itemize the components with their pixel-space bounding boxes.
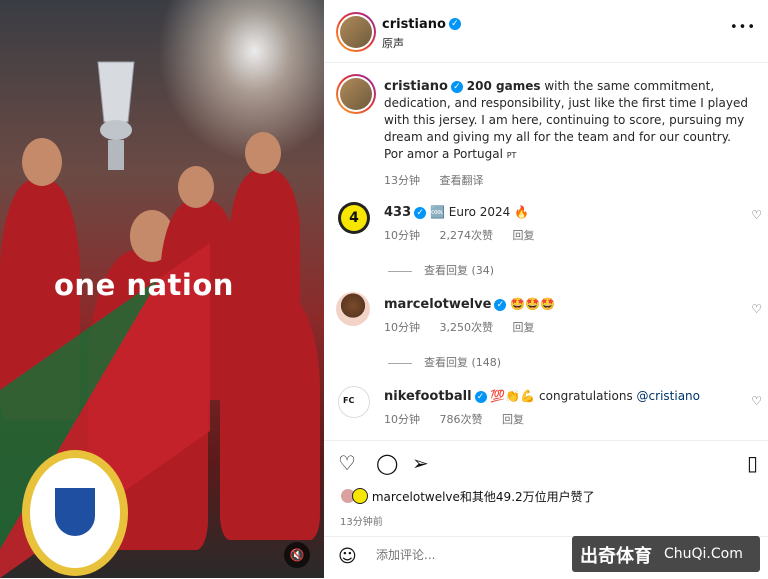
reply-link[interactable]: 回复	[513, 321, 535, 334]
likes-text[interactable]: marcelotwelve和其他49.2万位用户赞了	[372, 490, 595, 504]
verified-icon: ✓	[474, 390, 487, 403]
avatar[interactable]: FC	[338, 386, 370, 418]
player-head	[178, 166, 214, 208]
comment-username[interactable]: marcelotwelve	[384, 297, 491, 312]
comment-username[interactable]: nikefootball	[384, 389, 472, 404]
comment-icon[interactable]: ◯	[376, 451, 398, 475]
verified-icon: ✓	[494, 298, 507, 311]
flag-crest	[22, 450, 128, 576]
avatar[interactable]	[336, 12, 376, 52]
comment-time: 10分钟	[384, 229, 420, 242]
watermark: 出奇体育 ChuQi.Com	[572, 536, 760, 572]
comment-likes[interactable]: 786次赞	[440, 413, 483, 426]
smiley-icon[interactable]: ☺	[338, 546, 357, 567]
reply-link[interactable]: 回复	[502, 413, 524, 426]
view-replies-link[interactable]: 查看回复 (148)	[424, 356, 501, 369]
comment-time: 10分钟	[384, 321, 420, 334]
username[interactable]: cristiano	[382, 17, 446, 32]
comment-time: 10分钟	[384, 413, 420, 426]
like-heart-icon[interactable]: ♡	[751, 302, 762, 316]
like-icon[interactable]: ♡	[338, 451, 356, 475]
cool-emoji: 🆒	[429, 205, 445, 219]
overlay-text: one nation	[54, 268, 234, 302]
avatar[interactable]: 4	[338, 202, 370, 234]
speaker-muted-icon[interactable]: 🔇	[284, 542, 310, 568]
reply-link[interactable]: 回复	[513, 229, 535, 242]
star-struck-emojis: 🤩🤩🤩	[510, 297, 556, 311]
comment-text: congratulations	[539, 389, 633, 403]
bookmark-icon[interactable]: ▯	[747, 451, 758, 475]
avatar[interactable]	[336, 74, 376, 114]
player-head	[22, 138, 62, 186]
audio-label[interactable]: 原声	[382, 35, 461, 51]
post-panel: cristiano ✓ 原声 ••• cristiano ✓ 200 games w…	[324, 0, 768, 578]
emoji-group: 💯👏💪	[490, 389, 536, 403]
view-replies-link[interactable]: 查看回复 (34)	[424, 264, 494, 277]
liker-avatars	[340, 488, 368, 507]
trophy-image	[97, 61, 135, 170]
comment-likes[interactable]: 3,250次赞	[440, 321, 494, 334]
like-heart-icon[interactable]: ♡	[751, 394, 762, 408]
replies-divider	[388, 362, 412, 364]
comment-text: Euro 2024	[448, 205, 511, 219]
likes-summary: marcelotwelve和其他49.2万位用户赞了 13分钟前	[340, 488, 595, 528]
like-heart-icon[interactable]: ♡	[751, 208, 762, 222]
player	[230, 170, 300, 330]
verified-icon: ✓	[414, 206, 427, 219]
watermark-en: ChuQi.Com	[664, 546, 743, 562]
comment-likes[interactable]: 2,274次赞	[440, 229, 494, 242]
post-time: 13分钟前	[340, 517, 383, 528]
post-media[interactable]: one nation 🔇	[0, 0, 324, 578]
caption-bold: 200 games	[466, 79, 541, 93]
caption-line2: Por amor a Portugal	[384, 147, 503, 161]
fire-emoji: 🔥	[514, 205, 530, 219]
more-options-icon[interactable]: •••	[730, 20, 756, 35]
avatar-label: FC	[343, 396, 355, 405]
avatar[interactable]	[336, 292, 370, 326]
language-tag: PT	[506, 151, 517, 160]
watermark-cn: 出奇体育	[580, 546, 652, 567]
verified-icon: ✓	[450, 80, 463, 93]
replies-divider	[388, 270, 412, 272]
comment-input[interactable]	[374, 547, 578, 563]
action-bar: ♡ ◯ ➢ ▯	[324, 440, 768, 485]
post-header: cristiano ✓ 原声 •••	[324, 0, 768, 63]
caption-time: 13分钟	[384, 174, 420, 187]
share-icon[interactable]: ➢	[412, 451, 429, 475]
caption-username[interactable]: cristiano	[384, 79, 448, 94]
mention-link[interactable]: @cristiano	[637, 389, 700, 403]
translate-link[interactable]: 查看翻译	[440, 174, 484, 187]
fireworks	[150, 0, 324, 170]
verified-icon: ✓	[448, 17, 461, 30]
player-head	[245, 132, 281, 174]
comment-username[interactable]: 433	[384, 205, 411, 220]
avatar-label: 4	[341, 205, 367, 231]
